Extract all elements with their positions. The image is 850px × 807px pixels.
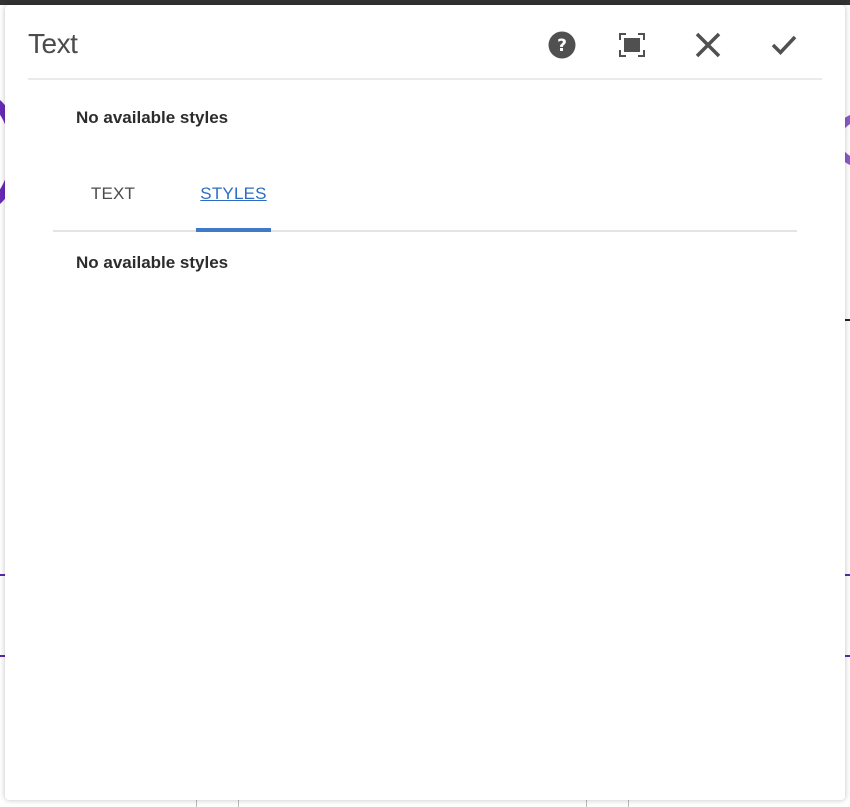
styles-panel-message: No available styles (76, 253, 229, 272)
svg-text:?: ? (557, 36, 567, 56)
no-styles-message: No available styles (76, 108, 229, 127)
tab-text[interactable]: TEXT (77, 170, 149, 230)
background-divider (628, 800, 629, 807)
tab-styles[interactable]: STYLES (196, 170, 271, 230)
dialog-title: Text (28, 28, 78, 59)
text-dialog: Text ? No available styles TEXT STYLES N… (5, 5, 845, 800)
tab-label: TEXT (90, 184, 136, 203)
background-divider (238, 800, 239, 807)
dialog-header: Text ? (28, 5, 822, 80)
fullscreen-icon (619, 33, 645, 57)
background-divider (196, 800, 197, 807)
background-rule (845, 319, 850, 321)
background-divider (586, 800, 587, 807)
done-button[interactable] (764, 27, 804, 63)
tab-label: STYLES (200, 184, 267, 203)
dialog-actions: ? (542, 27, 822, 61)
help-icon: ? (548, 31, 576, 59)
fullscreen-button[interactable] (612, 27, 652, 63)
tab-list: TEXT STYLES (53, 170, 797, 232)
close-button[interactable] (688, 27, 728, 63)
checkmark-icon (771, 34, 797, 56)
help-button[interactable]: ? (542, 27, 582, 63)
close-icon (695, 32, 721, 58)
active-tab-indicator (196, 228, 271, 232)
